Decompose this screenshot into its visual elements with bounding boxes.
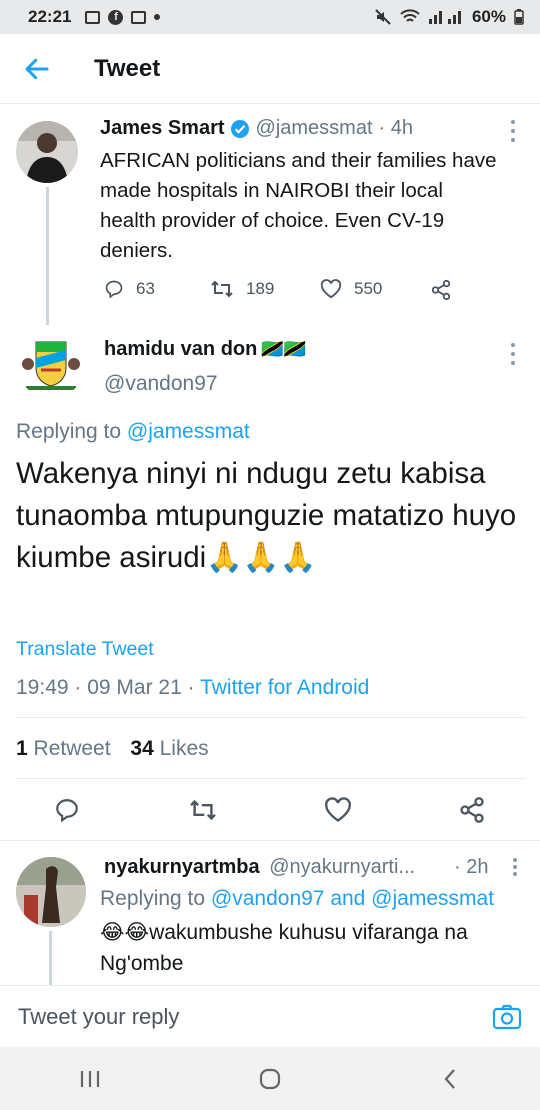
- retweet-icon: [211, 280, 233, 298]
- author-name[interactable]: hamidu van don: [104, 338, 257, 361]
- replying-to-label: Replying to: [16, 420, 122, 443]
- tweet-time: · 4h: [378, 117, 413, 139]
- reply-composer: Tweet your reply: [0, 985, 540, 1047]
- battery-percent: 60%: [471, 7, 506, 26]
- reply-input[interactable]: Tweet your reply: [18, 1004, 492, 1030]
- divider: [0, 840, 540, 841]
- tweet-client-link[interactable]: Twitter for Android: [200, 676, 369, 699]
- arrow-left-icon[interactable]: [22, 54, 52, 84]
- avatar-james-smart[interactable]: [16, 121, 78, 183]
- replying-to-label: Replying to: [100, 887, 206, 910]
- sim-icon: [131, 10, 147, 24]
- like-stat[interactable]: 34 Likes: [130, 737, 208, 760]
- verified-badge-icon: [230, 119, 249, 138]
- home-button[interactable]: [240, 1059, 300, 1099]
- like-count: 34: [130, 737, 154, 760]
- chevron-left-icon: [444, 1068, 455, 1089]
- share-icon[interactable]: [458, 796, 486, 824]
- mute-icon: [375, 9, 391, 25]
- avatar-nyakurnyartmba[interactable]: [16, 857, 86, 927]
- retweet-count: 1: [16, 737, 28, 760]
- facebook-icon: f: [108, 9, 124, 25]
- replying-to-handles[interactable]: @vandon97 and @jamessmat: [211, 887, 494, 910]
- signal-icon: [428, 11, 461, 24]
- wifi-icon: [400, 9, 420, 22]
- translate-tweet-link[interactable]: Translate Tweet: [16, 638, 154, 661]
- author-name[interactable]: nyakurnyartmba: [104, 856, 260, 878]
- author-flags: 🇹🇿🇹🇿: [261, 339, 307, 359]
- camera-icon[interactable]: [492, 1003, 522, 1031]
- system-nav-bar: [0, 1047, 540, 1110]
- tweet-text: 😂😂wakumbushe kuhusu vifaranga na Ng'ombe: [100, 921, 468, 975]
- reply-icon[interactable]: [54, 797, 80, 823]
- home-icon: [259, 1068, 281, 1089]
- retweet-stat[interactable]: 1 Retweet: [16, 737, 116, 760]
- tweet-text: AFRICAN politicians and their families h…: [100, 149, 497, 262]
- retweet-count: 189: [246, 279, 275, 298]
- thread-line: [49, 931, 52, 985]
- back-button[interactable]: [420, 1059, 480, 1099]
- battery-icon: [514, 9, 524, 25]
- reply-icon: [105, 280, 123, 299]
- recent-apps-icon: [80, 1070, 100, 1087]
- reply-button[interactable]: 63: [104, 279, 155, 299]
- thread-line: [46, 187, 49, 325]
- replying-to-handle[interactable]: @jamessmat: [127, 420, 250, 443]
- retweet-label: Retweet: [33, 737, 111, 760]
- notification-dot-icon: [154, 14, 161, 20]
- author-handle[interactable]: @nyakurnyarti...: [269, 856, 415, 878]
- heart-icon[interactable]: [324, 797, 352, 823]
- avatar-hamidu-van-don[interactable]: [16, 328, 86, 398]
- more-options-icon[interactable]: [505, 343, 521, 365]
- retweet-icon[interactable]: [188, 798, 218, 822]
- recent-apps-button[interactable]: [60, 1059, 120, 1099]
- author-handle[interactable]: @vandon97: [104, 372, 218, 396]
- reply-count: 63: [136, 279, 155, 298]
- page-title: Tweet: [94, 54, 161, 82]
- app-bar: Tweet: [0, 34, 540, 104]
- divider: [16, 778, 526, 779]
- share-icon: [431, 279, 451, 301]
- like-count: 550: [354, 279, 383, 298]
- author-name[interactable]: James Smart: [100, 117, 225, 140]
- divider: [16, 717, 526, 718]
- tweet-text: Wakenya ninyi ni ndugu zetu kabisa tunao…: [16, 457, 517, 574]
- like-label: Likes: [159, 737, 209, 760]
- author-handle[interactable]: @jamessmat: [256, 117, 373, 140]
- gallery-icon: [85, 10, 101, 24]
- heart-icon: [320, 279, 342, 299]
- more-options-icon[interactable]: [507, 858, 523, 876]
- more-options-icon[interactable]: [505, 120, 521, 142]
- like-button[interactable]: 550: [320, 279, 382, 299]
- status-time: 22:21: [28, 7, 72, 26]
- status-bar: 22:21 f 60%: [0, 0, 540, 34]
- tweet-time: · 2h: [454, 856, 489, 878]
- tweet-timestamp: 19:49 · 09 Mar 21 ·: [16, 676, 201, 699]
- retweet-button[interactable]: 189: [210, 279, 274, 299]
- share-button[interactable]: [430, 279, 452, 301]
